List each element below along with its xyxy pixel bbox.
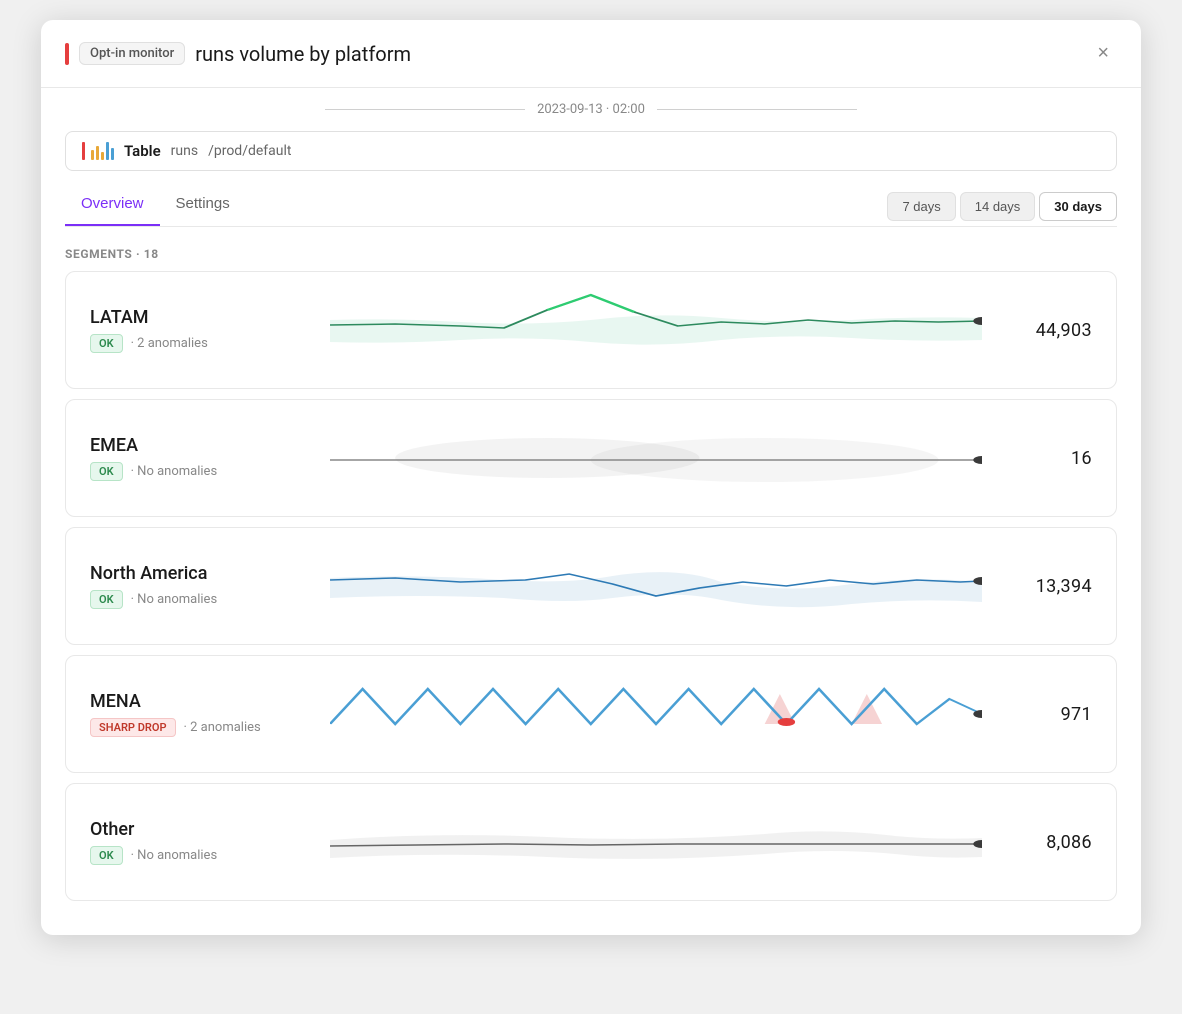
table-bar: Table runs /prod/default <box>65 131 1117 171</box>
table-icon-group <box>82 142 114 160</box>
tabs-left: Overview Settings <box>65 187 246 226</box>
modal-container: Opt-in monitor runs volume by platform ×… <box>41 20 1141 935</box>
segment-item-mena[interactable]: MENA SHARP DROP · 2 anomalies <box>65 655 1117 773</box>
segment-value-north-america: 13,394 <box>1002 576 1092 597</box>
red-indicator <box>65 43 69 65</box>
status-badge-latam: OK <box>90 334 123 353</box>
anomaly-text-north-america: · No anomalies <box>131 592 218 607</box>
timestamp-label: 2023-09-13 · 02:00 <box>537 102 645 117</box>
days-14-button[interactable]: 14 days <box>960 192 1036 221</box>
anomaly-text-mena: · 2 anomalies <box>184 720 261 735</box>
segment-value-latam: 44,903 <box>1002 320 1092 341</box>
tabs-row: Overview Settings 7 days 14 days 30 days <box>41 171 1141 226</box>
segment-name-other: Other <box>90 819 310 840</box>
anomaly-text-emea: · No anomalies <box>131 464 218 479</box>
segment-left-north-america: North America OK · No anomalies <box>90 563 310 609</box>
days-7-button[interactable]: 7 days <box>887 192 955 221</box>
status-badge-north-america: OK <box>90 590 123 609</box>
segment-value-emea: 16 <box>1002 448 1092 469</box>
segment-value-mena: 971 <box>1002 704 1092 725</box>
segment-status-row-other: OK · No anomalies <box>90 846 310 865</box>
segment-status-row-north-america: OK · No anomalies <box>90 590 310 609</box>
segment-left-emea: EMEA OK · No anomalies <box>90 435 310 481</box>
modal-title: runs volume by platform <box>195 42 1079 66</box>
segments-list: LATAM OK · 2 anomalies 44,903 <box>41 271 1141 935</box>
tab-settings[interactable]: Settings <box>160 187 246 226</box>
timestamp-row: 2023-09-13 · 02:00 <box>41 88 1141 131</box>
chart-bar-5 <box>111 148 114 160</box>
chart-bar-1 <box>91 150 94 160</box>
segment-item-north-america[interactable]: North America OK · No anomalies 13,394 <box>65 527 1117 645</box>
table-path-label: /prod/default <box>208 143 291 159</box>
anomaly-text-other: · No anomalies <box>131 848 218 863</box>
segment-chart-latam <box>330 290 982 370</box>
chart-bars-icon <box>91 142 114 160</box>
chart-bar-4 <box>106 142 109 160</box>
red-bar-icon <box>82 142 85 160</box>
segment-chart-north-america <box>330 546 982 626</box>
segment-chart-mena <box>330 674 982 754</box>
anomaly-text-latam: · 2 anomalies <box>131 336 208 351</box>
chart-bar-3 <box>101 152 104 160</box>
segment-chart-other <box>330 802 982 882</box>
table-runs-label: runs <box>171 143 198 159</box>
segment-name-latam: LATAM <box>90 307 310 328</box>
timestamp-line-right <box>657 109 857 110</box>
days-30-button[interactable]: 30 days <box>1039 192 1117 221</box>
segment-status-row-latam: OK · 2 anomalies <box>90 334 310 353</box>
chart-bar-2 <box>96 146 99 160</box>
segment-left-other: Other OK · No anomalies <box>90 819 310 865</box>
segment-name-north-america: North America <box>90 563 310 584</box>
tab-overview[interactable]: Overview <box>65 187 160 226</box>
segments-header: SEGMENTS · 18 <box>41 227 1141 271</box>
segment-item-latam[interactable]: LATAM OK · 2 anomalies 44,903 <box>65 271 1117 389</box>
segment-left-mena: MENA SHARP DROP · 2 anomalies <box>90 691 310 737</box>
status-badge-mena: SHARP DROP <box>90 718 176 737</box>
segment-item-emea[interactable]: EMEA OK · No anomalies 16 <box>65 399 1117 517</box>
table-label: Table <box>124 142 161 160</box>
days-filter: 7 days 14 days 30 days <box>887 192 1117 221</box>
segment-status-row-emea: OK · No anomalies <box>90 462 310 481</box>
status-badge-other: OK <box>90 846 123 865</box>
segment-item-other[interactable]: Other OK · No anomalies 8,086 <box>65 783 1117 901</box>
segment-chart-emea <box>330 418 982 498</box>
segment-value-other: 8,086 <box>1002 832 1092 853</box>
close-button[interactable]: × <box>1089 38 1117 69</box>
timestamp-line-left <box>325 109 525 110</box>
segment-status-row-mena: SHARP DROP · 2 anomalies <box>90 718 310 737</box>
modal-header: Opt-in monitor runs volume by platform × <box>41 20 1141 88</box>
opt-in-badge: Opt-in monitor <box>79 42 185 65</box>
segment-name-mena: MENA <box>90 691 310 712</box>
status-badge-emea: OK <box>90 462 123 481</box>
segment-left-latam: LATAM OK · 2 anomalies <box>90 307 310 353</box>
segment-name-emea: EMEA <box>90 435 310 456</box>
